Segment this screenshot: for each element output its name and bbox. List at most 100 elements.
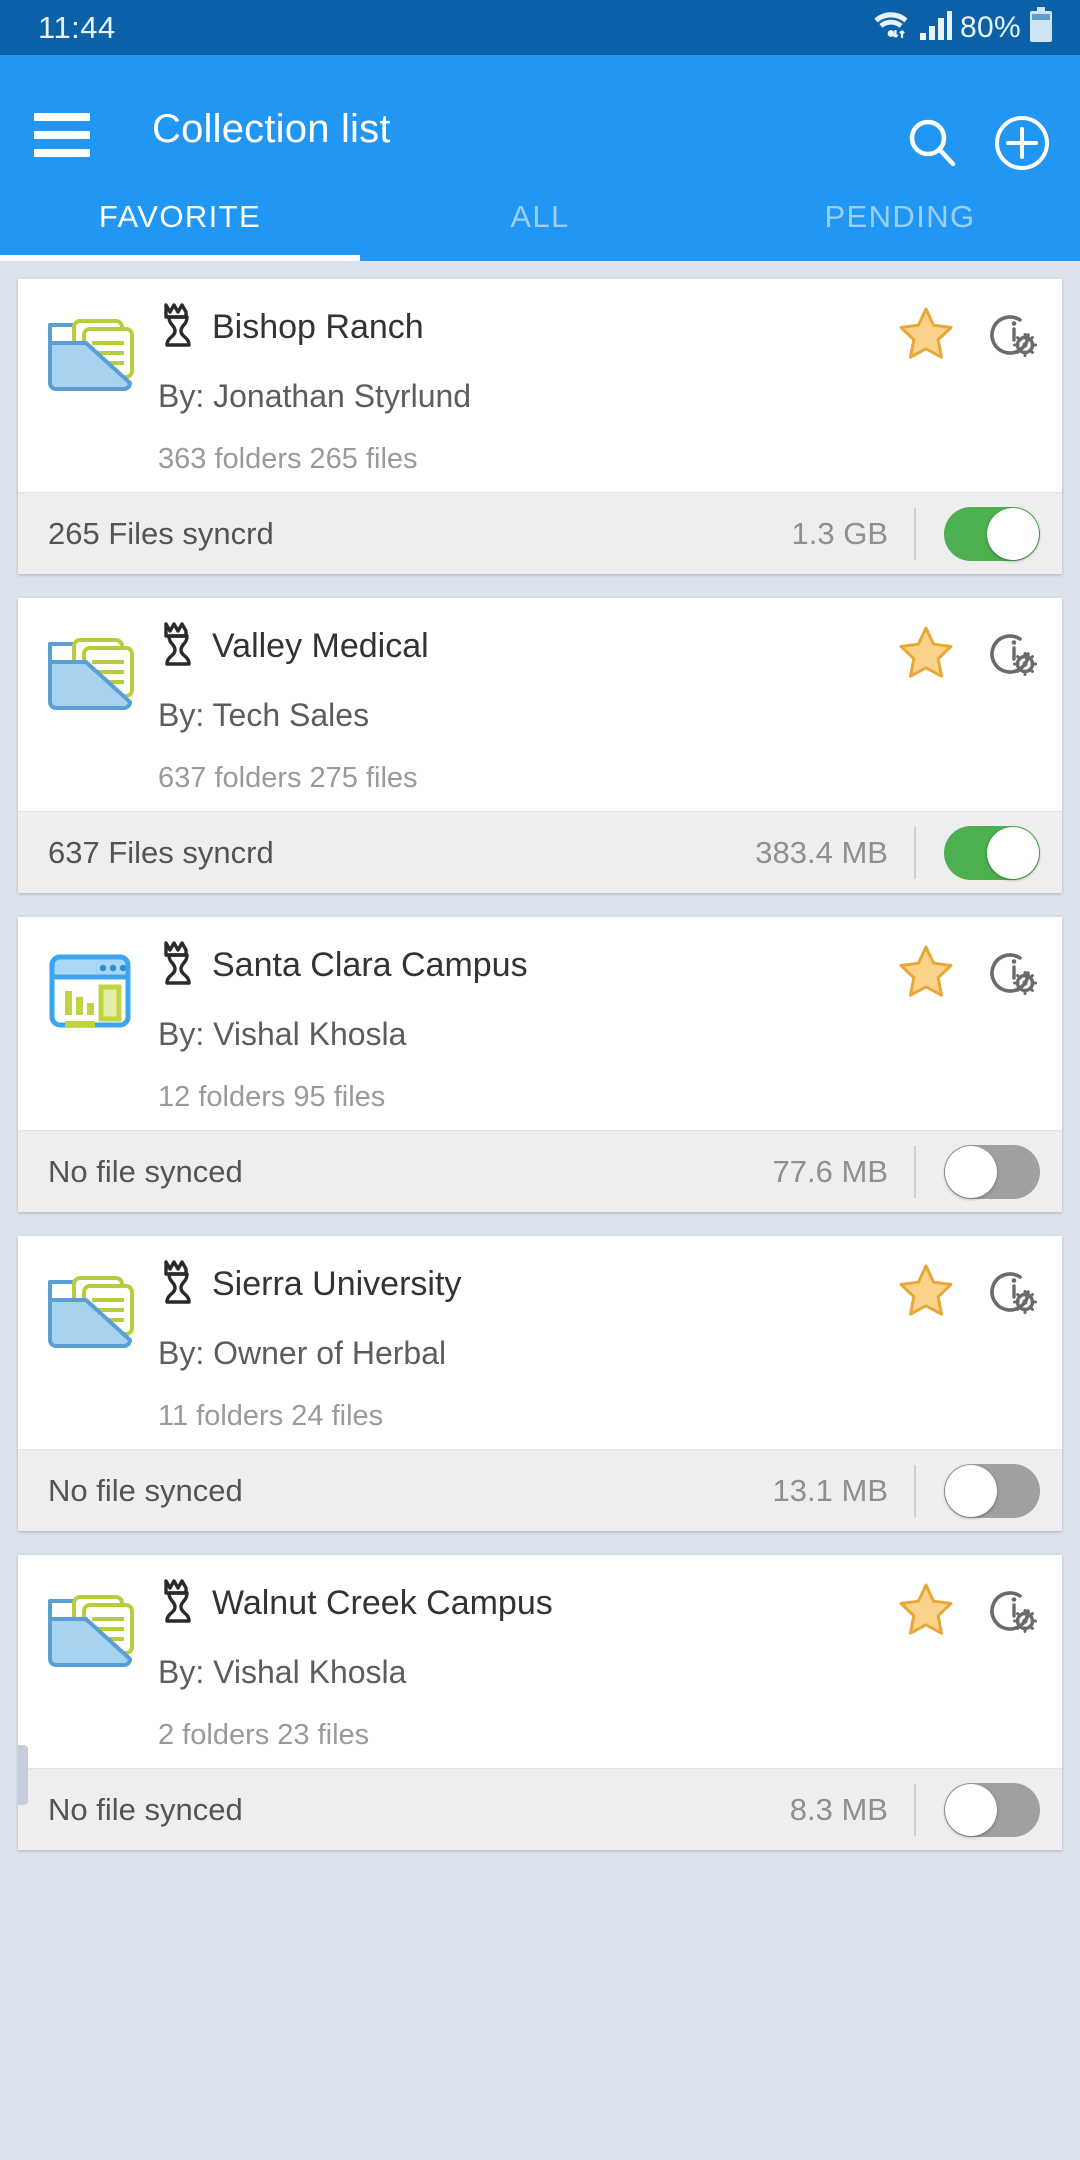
hamburger-icon[interactable] [34,113,90,157]
collection-summary[interactable]: Santa Clara Campus By: Vishal Khosla 12 … [18,917,1062,1130]
collection-title: Valley Medical [212,626,429,665]
sync-status: No file synced [48,1791,243,1827]
collection-owner: By: Vishal Khosla [158,1016,407,1052]
collection-owner: By: Jonathan Styrlund [158,378,472,414]
sync-toggle[interactable] [944,1782,1040,1837]
collection-owner: By: Tech Sales [158,697,370,733]
list-item[interactable]: Valley Medical By: Tech Sales 637 folder… [18,598,1062,893]
star-icon[interactable] [898,1582,954,1641]
chess-queen-icon [158,1256,198,1313]
star-icon[interactable] [898,625,954,684]
info-gear-icon[interactable] [984,1262,1040,1323]
sync-toggle[interactable] [944,506,1040,561]
battery-percent-label: 80% [960,10,1021,44]
battery-icon [1028,7,1054,48]
search-icon[interactable] [902,113,962,173]
tab-all-label: ALL [510,199,570,234]
wifi-icon [872,8,912,47]
toggle-knob [987,507,1039,560]
sync-toggle[interactable] [944,825,1040,880]
info-gear-icon[interactable] [984,305,1040,366]
divider [914,1464,916,1517]
toggle-knob [945,1783,997,1836]
collection-owner: By: Owner of Herbal [158,1335,447,1371]
sync-status: No file synced [48,1472,243,1508]
collection-summary[interactable]: Sierra University By: Owner of Herbal 11… [18,1236,1062,1449]
collection-counts: 363 folders 265 files [158,443,418,475]
list-item[interactable]: Walnut Creek Campus By: Vishal Khosla 2 … [18,1555,1062,1850]
tab-pending-label: PENDING [824,199,976,234]
sync-status: 637 Files syncrd [48,834,274,870]
collection-summary[interactable]: Valley Medical By: Tech Sales 637 folder… [18,598,1062,811]
collection-counts: 637 folders 275 files [158,762,418,794]
sync-bar: 637 Files syncrd 383.4 MB [18,811,1062,893]
collection-size: 77.6 MB [772,1153,888,1189]
collection-size: 8.3 MB [789,1791,888,1827]
collection-title: Sierra University [212,1264,462,1303]
collection-counts: 2 folders 23 files [158,1719,370,1751]
collection-owner: By: Vishal Khosla [158,1654,407,1690]
info-gear-icon[interactable] [984,624,1040,685]
divider [914,826,916,879]
collection-size: 13.1 MB [772,1472,888,1508]
sync-bar: 265 Files syncrd 1.3 GB [18,492,1062,574]
collection-title: Santa Clara Campus [212,945,528,984]
status-time: 11:44 [38,9,116,45]
chess-queen-icon [158,299,198,356]
card-actions [898,305,1040,366]
folder-documents-icon [40,1256,150,1433]
list-item[interactable]: Santa Clara Campus By: Vishal Khosla 12 … [18,917,1062,1212]
card-actions [898,943,1040,1004]
sync-toggle[interactable] [944,1144,1040,1199]
card-actions [898,1262,1040,1323]
toggle-knob [945,1145,997,1198]
signal-icon [919,9,953,46]
collection-counts: 12 folders 95 files [158,1081,386,1113]
divider [914,1145,916,1198]
chess-queen-icon [158,1575,198,1632]
sync-toggle[interactable] [944,1463,1040,1518]
collection-list[interactable]: Bishop Ranch By: Jonathan Styrlund 363 f… [0,261,1080,1850]
app-bar: Collection list FAVORITE ALL PENDING [0,55,1080,261]
list-item[interactable]: Bishop Ranch By: Jonathan Styrlund 363 f… [18,279,1062,574]
toggle-knob [945,1464,997,1517]
star-icon[interactable] [898,306,954,365]
sync-bar: No file synced 13.1 MB [18,1449,1062,1531]
page-title: Collection list [152,107,391,151]
tab-pending[interactable]: PENDING [720,173,1080,261]
collection-size: 383.4 MB [755,834,888,870]
sync-bar: No file synced 77.6 MB [18,1130,1062,1212]
collection-summary[interactable]: Bishop Ranch By: Jonathan Styrlund 363 f… [18,279,1062,492]
divider [914,507,916,560]
collection-title: Bishop Ranch [212,307,424,346]
app-bar-actions [902,113,1052,173]
collection-title: Walnut Creek Campus [212,1583,553,1622]
chess-queen-icon [158,618,198,675]
plus-circle-icon[interactable] [992,113,1052,173]
info-gear-icon[interactable] [984,1581,1040,1642]
status-bar: 11:44 80% [0,0,1080,55]
star-icon[interactable] [898,944,954,1003]
sync-bar: No file synced 8.3 MB [18,1768,1062,1850]
sync-status: No file synced [48,1153,243,1189]
folder-documents-icon [40,299,150,476]
tab-favorite[interactable]: FAVORITE [0,173,360,261]
card-actions [898,1581,1040,1642]
tab-bar: FAVORITE ALL PENDING [0,173,1080,261]
toggle-knob [987,826,1039,879]
status-indicators: 80% [872,7,1054,48]
tab-all[interactable]: ALL [360,173,720,261]
collection-counts: 11 folders 24 files [158,1400,384,1432]
collection-summary[interactable]: Walnut Creek Campus By: Vishal Khosla 2 … [18,1555,1062,1768]
tab-favorite-label: FAVORITE [98,199,262,234]
collection-size: 1.3 GB [791,515,889,551]
folder-documents-icon [40,618,150,795]
divider [914,1783,916,1836]
list-item[interactable]: Sierra University By: Owner of Herbal 11… [18,1236,1062,1531]
browser-chart-icon [40,937,150,1114]
sync-status: 265 Files syncrd [48,515,274,551]
card-actions [898,624,1040,685]
info-gear-icon[interactable] [984,943,1040,1004]
star-icon[interactable] [898,1263,954,1322]
folder-documents-icon [40,1575,150,1752]
